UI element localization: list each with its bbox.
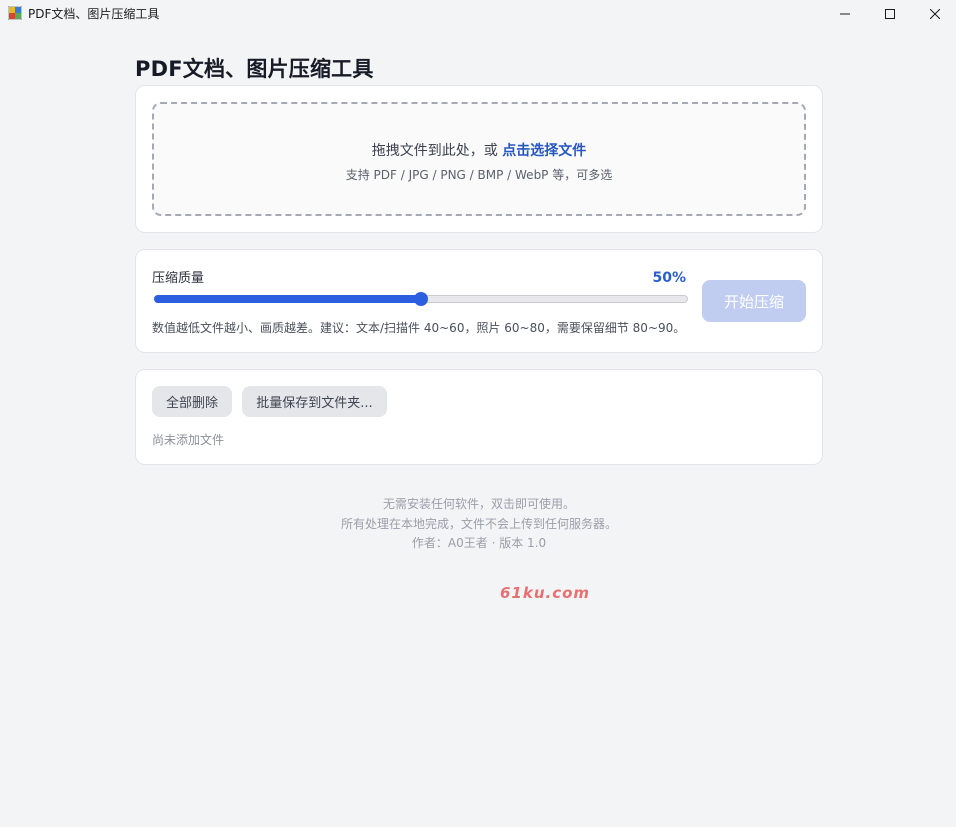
dropzone-prompt-text: 拖拽文件到此处，或 bbox=[371, 143, 503, 159]
quality-label: 压缩质量 bbox=[152, 271, 205, 286]
upload-card: 拖拽文件到此处，或 点击选择文件 支持 PDF / JPG / PNG / BM… bbox=[135, 85, 823, 233]
quality-card: 压缩质量 50% 数值越低文件越小、画质越差。建议：文本/扫描件 40~60，照… bbox=[135, 249, 823, 353]
close-button[interactable] bbox=[912, 0, 956, 27]
empty-files-text: 尚未添加文件 bbox=[152, 433, 225, 447]
files-card: 全部删除 批量保存到文件夹... 尚未添加文件 bbox=[135, 369, 823, 465]
footer-line-1: 无需安装任何软件，双击即可使用。 bbox=[382, 497, 575, 511]
supported-formats-text: 支持 PDF / JPG / PNG / BMP / WebP 等，可多选 bbox=[345, 168, 613, 182]
slider-thumb[interactable] bbox=[414, 292, 428, 306]
close-icon bbox=[930, 8, 940, 19]
app-icon bbox=[8, 6, 22, 20]
dropzone-prompt: 拖拽文件到此处，或 点击选择文件 bbox=[154, 140, 804, 160]
quality-slider[interactable] bbox=[154, 291, 688, 307]
window-title: PDF文档、图片压缩工具 bbox=[28, 7, 160, 21]
slider-fill bbox=[154, 295, 421, 303]
minimize-button[interactable] bbox=[822, 0, 868, 27]
maximize-button[interactable] bbox=[867, 0, 913, 27]
start-compress-button[interactable]: 开始压缩 bbox=[702, 280, 806, 322]
watermark: 61ku.com bbox=[500, 584, 591, 602]
footer-line-2: 所有处理在本地完成，文件不会上传到任何服务器。 bbox=[340, 517, 617, 531]
window-titlebar: PDF文档、图片压缩工具 bbox=[0, 0, 956, 27]
footer-line-3: 作者：A0王者 · 版本 1.0 bbox=[411, 536, 547, 550]
quality-hint: 数值越低文件越小、画质越差。建议：文本/扫描件 40~60，照片 60~80，需… bbox=[152, 321, 686, 335]
minimize-icon bbox=[840, 13, 850, 14]
maximize-icon bbox=[885, 8, 895, 19]
file-dropzone[interactable]: 拖拽文件到此处，或 点击选择文件 支持 PDF / JPG / PNG / BM… bbox=[152, 102, 806, 216]
quality-value: 50% bbox=[652, 270, 686, 286]
page-title: PDF文档、图片压缩工具 bbox=[135, 57, 374, 81]
select-file-link[interactable]: 点击选择文件 bbox=[502, 143, 586, 159]
batch-save-button[interactable]: 批量保存到文件夹... bbox=[242, 386, 387, 417]
delete-all-button[interactable]: 全部删除 bbox=[152, 386, 232, 417]
